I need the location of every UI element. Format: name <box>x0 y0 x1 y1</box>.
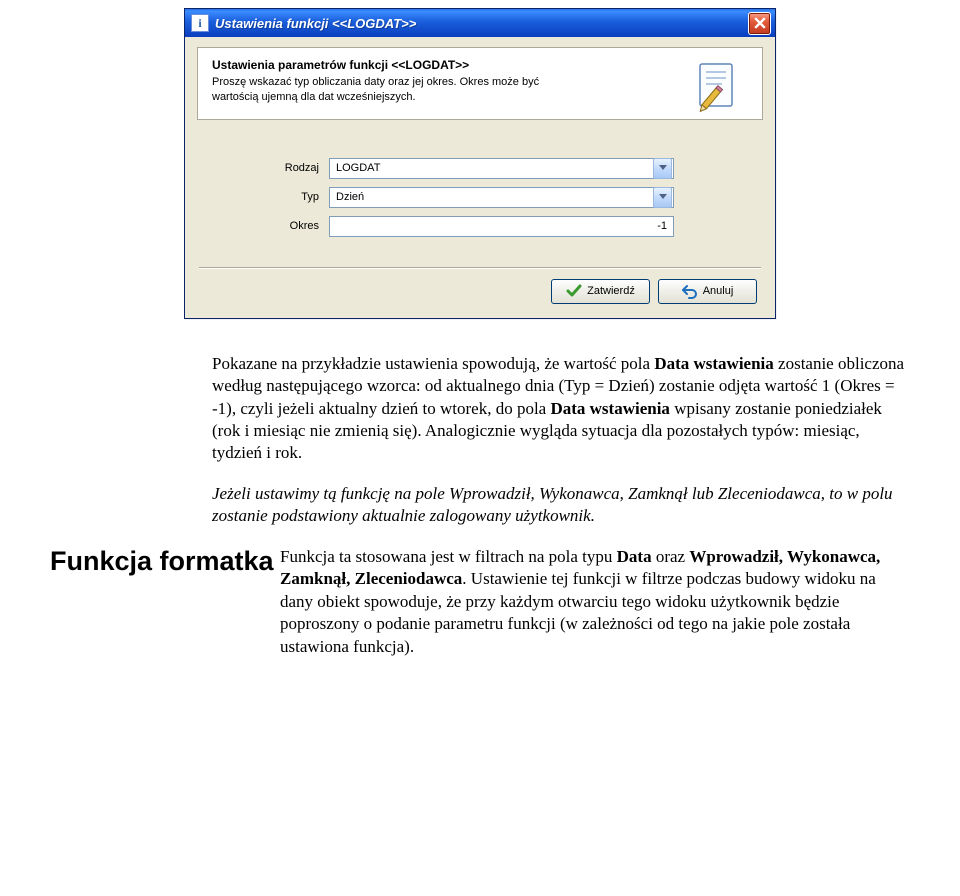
okres-field[interactable] <box>329 216 674 237</box>
window-title: Ustawienia funkcji <<LOGDAT>> <box>215 16 748 31</box>
typ-label: Typ <box>211 191 329 203</box>
close-button[interactable] <box>748 12 771 35</box>
typ-value: Dzień <box>330 191 652 203</box>
titlebar[interactable]: i Ustawienia funkcji <<LOGDAT>> <box>185 9 775 37</box>
app-icon: i <box>191 14 209 32</box>
document-pencil-icon <box>694 62 742 118</box>
dialog-header-title: Ustawienia parametrów funkcji <<LOGDAT>> <box>212 58 750 72</box>
form-area: Rodzaj LOGDAT Typ Dzień <box>197 120 763 267</box>
typ-combobox[interactable]: Dzień <box>329 187 674 208</box>
rodzaj-dropdown-button[interactable] <box>653 158 672 179</box>
close-icon <box>754 17 766 29</box>
doc-paragraph-2: Jeżeli ustawimy tą funkcję na pole Wprow… <box>212 483 910 528</box>
button-bar: Zatwierdź Anuluj <box>197 269 763 308</box>
doc-paragraph-1: Pokazane na przykładzie ustawienia spowo… <box>212 353 910 465</box>
rodzaj-combobox[interactable]: LOGDAT <box>329 158 674 179</box>
rodzaj-label: Rodzaj <box>211 162 329 174</box>
dialog-header-description: Proszę wskazać typ obliczania daty oraz … <box>212 75 572 105</box>
check-icon <box>566 283 582 299</box>
settings-dialog: i Ustawienia funkcji <<LOGDAT>> Ustawien… <box>184 8 776 319</box>
okres-label: Okres <box>211 220 329 232</box>
undo-icon <box>682 283 698 299</box>
cancel-button[interactable]: Anuluj <box>658 279 757 304</box>
chevron-down-icon <box>659 165 667 171</box>
confirm-button[interactable]: Zatwierdź <box>551 279 650 304</box>
section-heading-formatka: Funkcja formatka <box>50 546 280 577</box>
chevron-down-icon <box>659 194 667 200</box>
cancel-label: Anuluj <box>703 285 734 297</box>
document-text: Pokazane na przykładzie ustawienia spowo… <box>50 353 910 676</box>
confirm-label: Zatwierdź <box>587 285 635 297</box>
doc-paragraph-3: Funkcja ta stosowana jest w filtrach na … <box>280 546 910 658</box>
dialog-header-panel: Ustawienia parametrów funkcji <<LOGDAT>>… <box>197 47 763 120</box>
typ-dropdown-button[interactable] <box>653 187 672 208</box>
rodzaj-value: LOGDAT <box>330 162 652 174</box>
okres-input[interactable] <box>330 217 673 236</box>
